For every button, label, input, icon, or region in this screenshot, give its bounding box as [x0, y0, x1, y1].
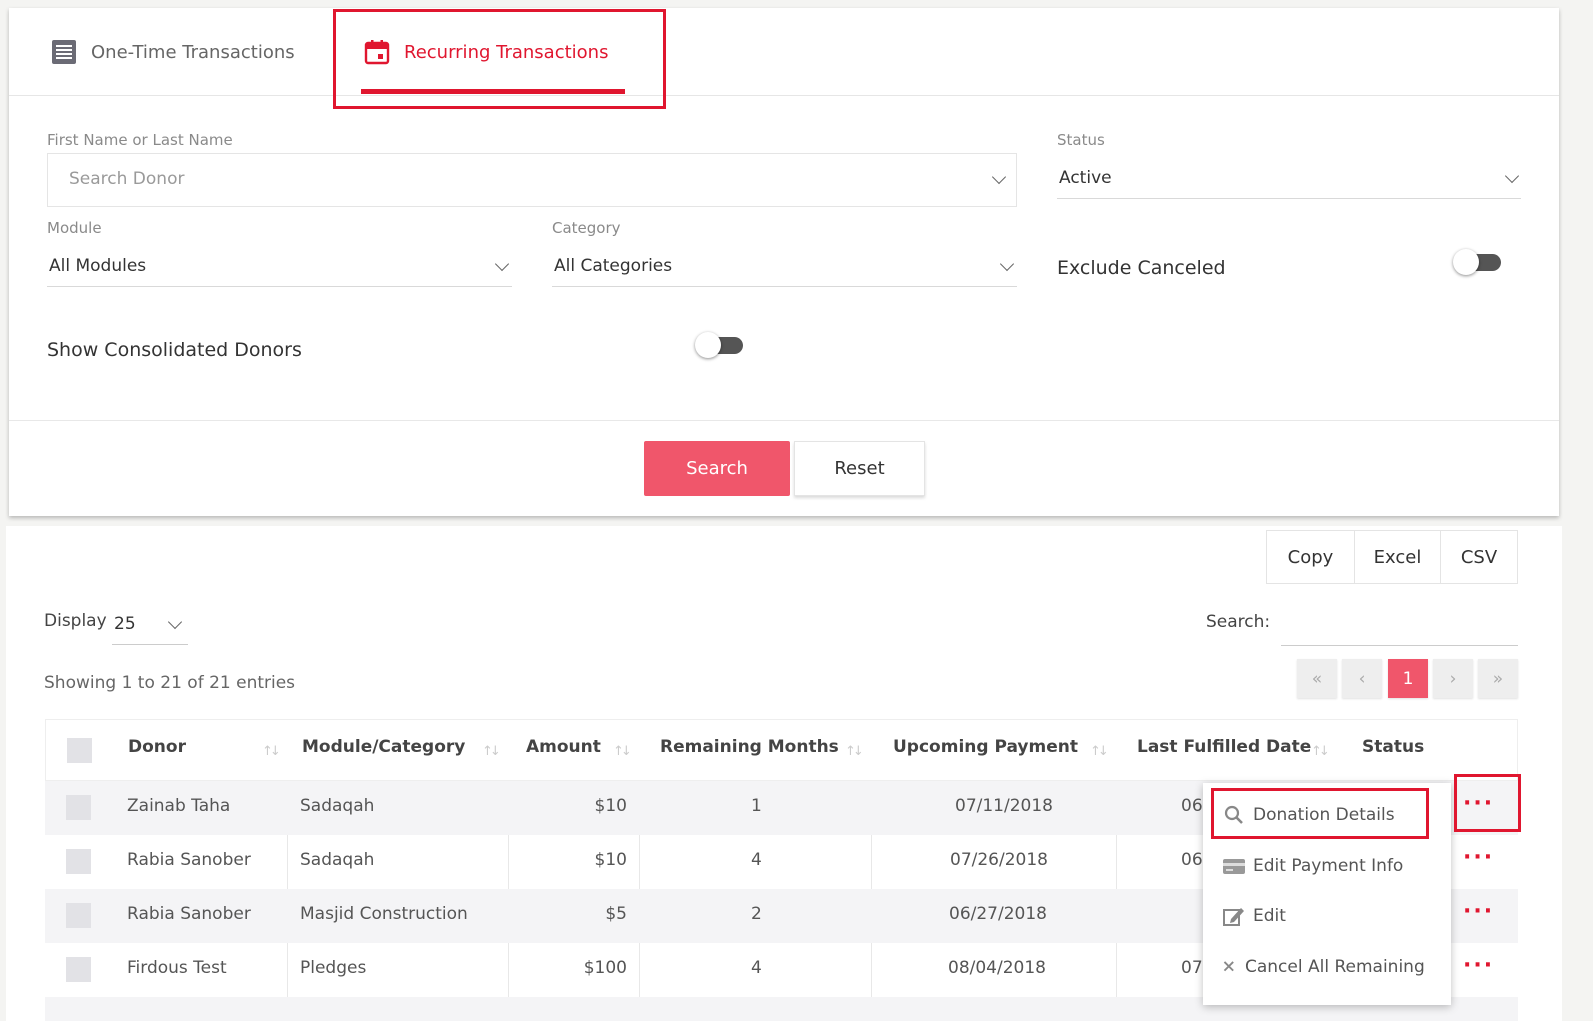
menu-item-edit-payment-info[interactable]: Edit Payment Info: [1223, 856, 1403, 876]
status-select[interactable]: Active: [1057, 159, 1521, 199]
status-select-value: Active: [1059, 168, 1112, 188]
cell-donor: Rabia Sanober: [127, 904, 251, 924]
copy-button[interactable]: Copy: [1266, 530, 1355, 584]
consolidated-donors-label: Show Consolidated Donors: [47, 339, 302, 361]
transaction-tabs: One-Time Transactions Recurring Transact…: [9, 8, 1559, 96]
chevron-down-icon: [1504, 168, 1520, 184]
display-label: Display: [44, 611, 107, 631]
row-actions-highlight-box: [1454, 774, 1521, 832]
module-select-value: All Modules: [49, 256, 147, 276]
category-select-value: All Categories: [554, 256, 673, 276]
row-actions-button[interactable]: ···: [1463, 953, 1494, 978]
entries-info: Showing 1 to 21 of 21 entries: [44, 673, 296, 693]
cell-remaining-months: 4: [751, 958, 762, 978]
cell-amount: $10: [594, 796, 627, 816]
excel-button[interactable]: Excel: [1354, 530, 1441, 584]
row-actions-button[interactable]: ···: [1463, 845, 1494, 870]
table-search-input[interactable]: [1281, 645, 1518, 646]
cell-module: Sadaqah: [300, 850, 375, 870]
cell-remaining-months: 4: [751, 850, 762, 870]
cell-upcoming-payment: 07/11/2018: [955, 796, 1053, 816]
divider: [9, 420, 1559, 421]
page-1-button[interactable]: 1: [1388, 659, 1428, 698]
cell-last-fulfilled: 06: [1181, 796, 1203, 816]
status-label: Status: [1057, 131, 1105, 149]
donor-search-placeholder: Search Donor: [69, 169, 185, 189]
menu-item-label: Cancel All Remaining: [1245, 957, 1425, 977]
sort-icon: ↑↓: [482, 744, 501, 759]
row-checkbox[interactable]: [66, 957, 91, 982]
header-donor[interactable]: Donor: [128, 737, 186, 757]
chevron-down-icon: [991, 169, 1007, 185]
credit-card-icon: [1223, 859, 1245, 874]
menu-item-label: Edit: [1253, 906, 1286, 926]
edit-icon: [1223, 908, 1244, 926]
cell-upcoming-payment: 07/26/2018: [950, 850, 1048, 870]
cell-last-fulfilled: 06: [1181, 850, 1203, 870]
row-checkbox[interactable]: [66, 795, 91, 820]
display-length-value: 25: [114, 614, 136, 634]
header-remaining-months[interactable]: Remaining Months: [660, 737, 839, 757]
cell-donor: Zainab Taha: [127, 796, 231, 816]
csv-button[interactable]: CSV: [1440, 530, 1518, 584]
chevron-down-icon: [999, 256, 1015, 272]
next-page-button[interactable]: ›: [1433, 659, 1473, 698]
cell-amount: $10: [594, 850, 627, 870]
cell-remaining-months: 2: [751, 904, 762, 924]
search-button[interactable]: Search: [644, 441, 790, 496]
module-select[interactable]: All Modules: [47, 247, 512, 287]
header-module-category[interactable]: Module/Category: [302, 737, 465, 757]
header-status[interactable]: Status: [1362, 737, 1424, 757]
cell-upcoming-payment: 08/04/2018: [948, 958, 1046, 978]
tab-highlight-box: [333, 9, 666, 109]
last-page-button[interactable]: »: [1478, 659, 1518, 698]
cell-upcoming-payment: 06/27/2018: [949, 904, 1047, 924]
module-label: Module: [47, 219, 102, 237]
tab-one-time-label: One-Time Transactions: [91, 41, 295, 63]
chevron-down-icon: [167, 614, 183, 630]
display-length-select[interactable]: 25: [112, 605, 188, 645]
donation-details-highlight-box: [1211, 788, 1429, 839]
sort-icon: ↑↓: [1090, 744, 1109, 759]
name-label: First Name or Last Name: [47, 131, 233, 149]
sort-icon: ↑↓: [262, 744, 281, 759]
cell-donor: Firdous Test: [127, 958, 227, 978]
row-checkbox[interactable]: [66, 849, 91, 874]
cell-donor: Rabia Sanober: [127, 850, 251, 870]
cell-module: Masjid Construction: [300, 904, 468, 924]
header-amount[interactable]: Amount: [526, 737, 601, 757]
filter-card: One-Time Transactions Recurring Transact…: [9, 8, 1559, 516]
reset-button[interactable]: Reset: [794, 441, 925, 496]
row-actions-button[interactable]: ···: [1463, 899, 1494, 924]
select-all-checkbox[interactable]: [67, 738, 92, 763]
cell-module: Sadaqah: [300, 796, 375, 816]
first-page-button[interactable]: «: [1297, 659, 1337, 698]
chevron-down-icon: [494, 256, 510, 272]
exclude-canceled-toggle[interactable]: [1453, 249, 1501, 275]
menu-item-cancel-all-remaining[interactable]: Cancel All Remaining: [1223, 957, 1425, 977]
menu-item-edit[interactable]: Edit: [1223, 906, 1286, 926]
list-icon: [52, 40, 76, 64]
sort-icon: ↑↓: [1311, 744, 1330, 759]
consolidated-donors-toggle[interactable]: [695, 332, 743, 358]
exclude-canceled-label: Exclude Canceled: [1057, 257, 1226, 279]
category-select[interactable]: All Categories: [552, 247, 1017, 287]
sort-icon: ↑↓: [613, 744, 632, 759]
cell-remaining-months: 1: [751, 796, 762, 816]
tab-one-time-transactions[interactable]: One-Time Transactions: [51, 8, 295, 96]
menu-item-label: Edit Payment Info: [1253, 856, 1404, 876]
cell-module: Pledges: [300, 958, 367, 978]
header-last-fulfilled-date[interactable]: Last Fulfilled Date: [1137, 737, 1311, 757]
row-checkbox[interactable]: [66, 903, 91, 928]
prev-page-button[interactable]: ‹: [1342, 659, 1382, 698]
sort-icon: ↑↓: [845, 744, 864, 759]
cell-amount: $100: [583, 958, 627, 978]
cell-amount: $5: [605, 904, 627, 924]
table-search-label: Search:: [1206, 612, 1271, 632]
header-upcoming-payment[interactable]: Upcoming Payment: [893, 737, 1078, 757]
category-label: Category: [552, 219, 621, 237]
close-icon: [1223, 961, 1234, 972]
donor-search-input[interactable]: Search Donor: [47, 153, 1017, 207]
